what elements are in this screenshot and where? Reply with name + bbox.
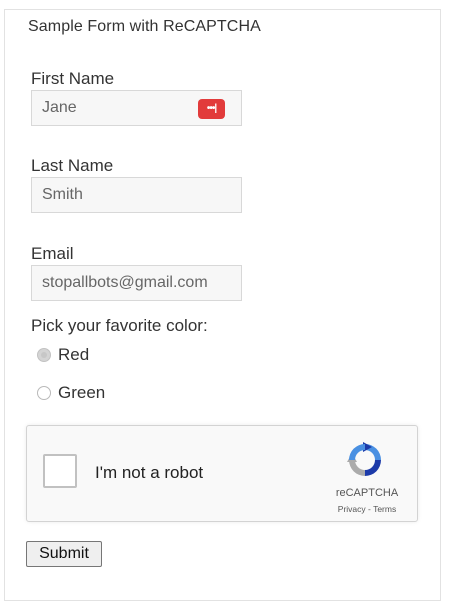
email-value: stopallbots@gmail.com (42, 274, 208, 291)
color-option-green[interactable]: Green (37, 383, 105, 403)
recaptcha-widget: I'm not a robot reCAPTCHA Privacy - Term… (26, 425, 418, 522)
submit-button[interactable]: Submit (26, 541, 102, 567)
radio-green-label: Green (58, 383, 106, 402)
privacy-link[interactable]: Privacy (338, 504, 366, 514)
last-name-label: Last Name (31, 156, 114, 175)
radio-green[interactable] (37, 386, 51, 400)
recaptcha-links: Privacy - Terms (317, 504, 417, 514)
color-option-red[interactable]: Red (37, 345, 89, 365)
form-legend: Sample Form with ReCAPTCHA (25, 18, 264, 36)
recaptcha-brand: reCAPTCHA (335, 487, 399, 499)
last-name-value: Smith (42, 186, 83, 203)
sample-form: Sample Form with ReCAPTCHA First Name Ja… (4, 9, 441, 601)
recaptcha-logo-icon (347, 442, 381, 476)
links-separator: - (365, 504, 374, 514)
last-name-input[interactable]: Smith (31, 177, 242, 213)
password-manager-icon[interactable]: •••| (198, 99, 225, 119)
first-name-input[interactable]: Jane •••| (31, 90, 242, 126)
color-question-label: Pick your favorite color: (31, 316, 208, 335)
recaptcha-checkbox[interactable] (43, 454, 77, 488)
email-label: Email (31, 244, 74, 263)
radio-red[interactable] (37, 348, 51, 362)
first-name-value: Jane (42, 99, 77, 116)
first-name-label: First Name (31, 69, 115, 88)
terms-link[interactable]: Terms (373, 504, 396, 514)
email-input[interactable]: stopallbots@gmail.com (31, 265, 242, 301)
recaptcha-label: I'm not a robot (95, 463, 204, 482)
radio-red-label: Red (58, 345, 90, 364)
